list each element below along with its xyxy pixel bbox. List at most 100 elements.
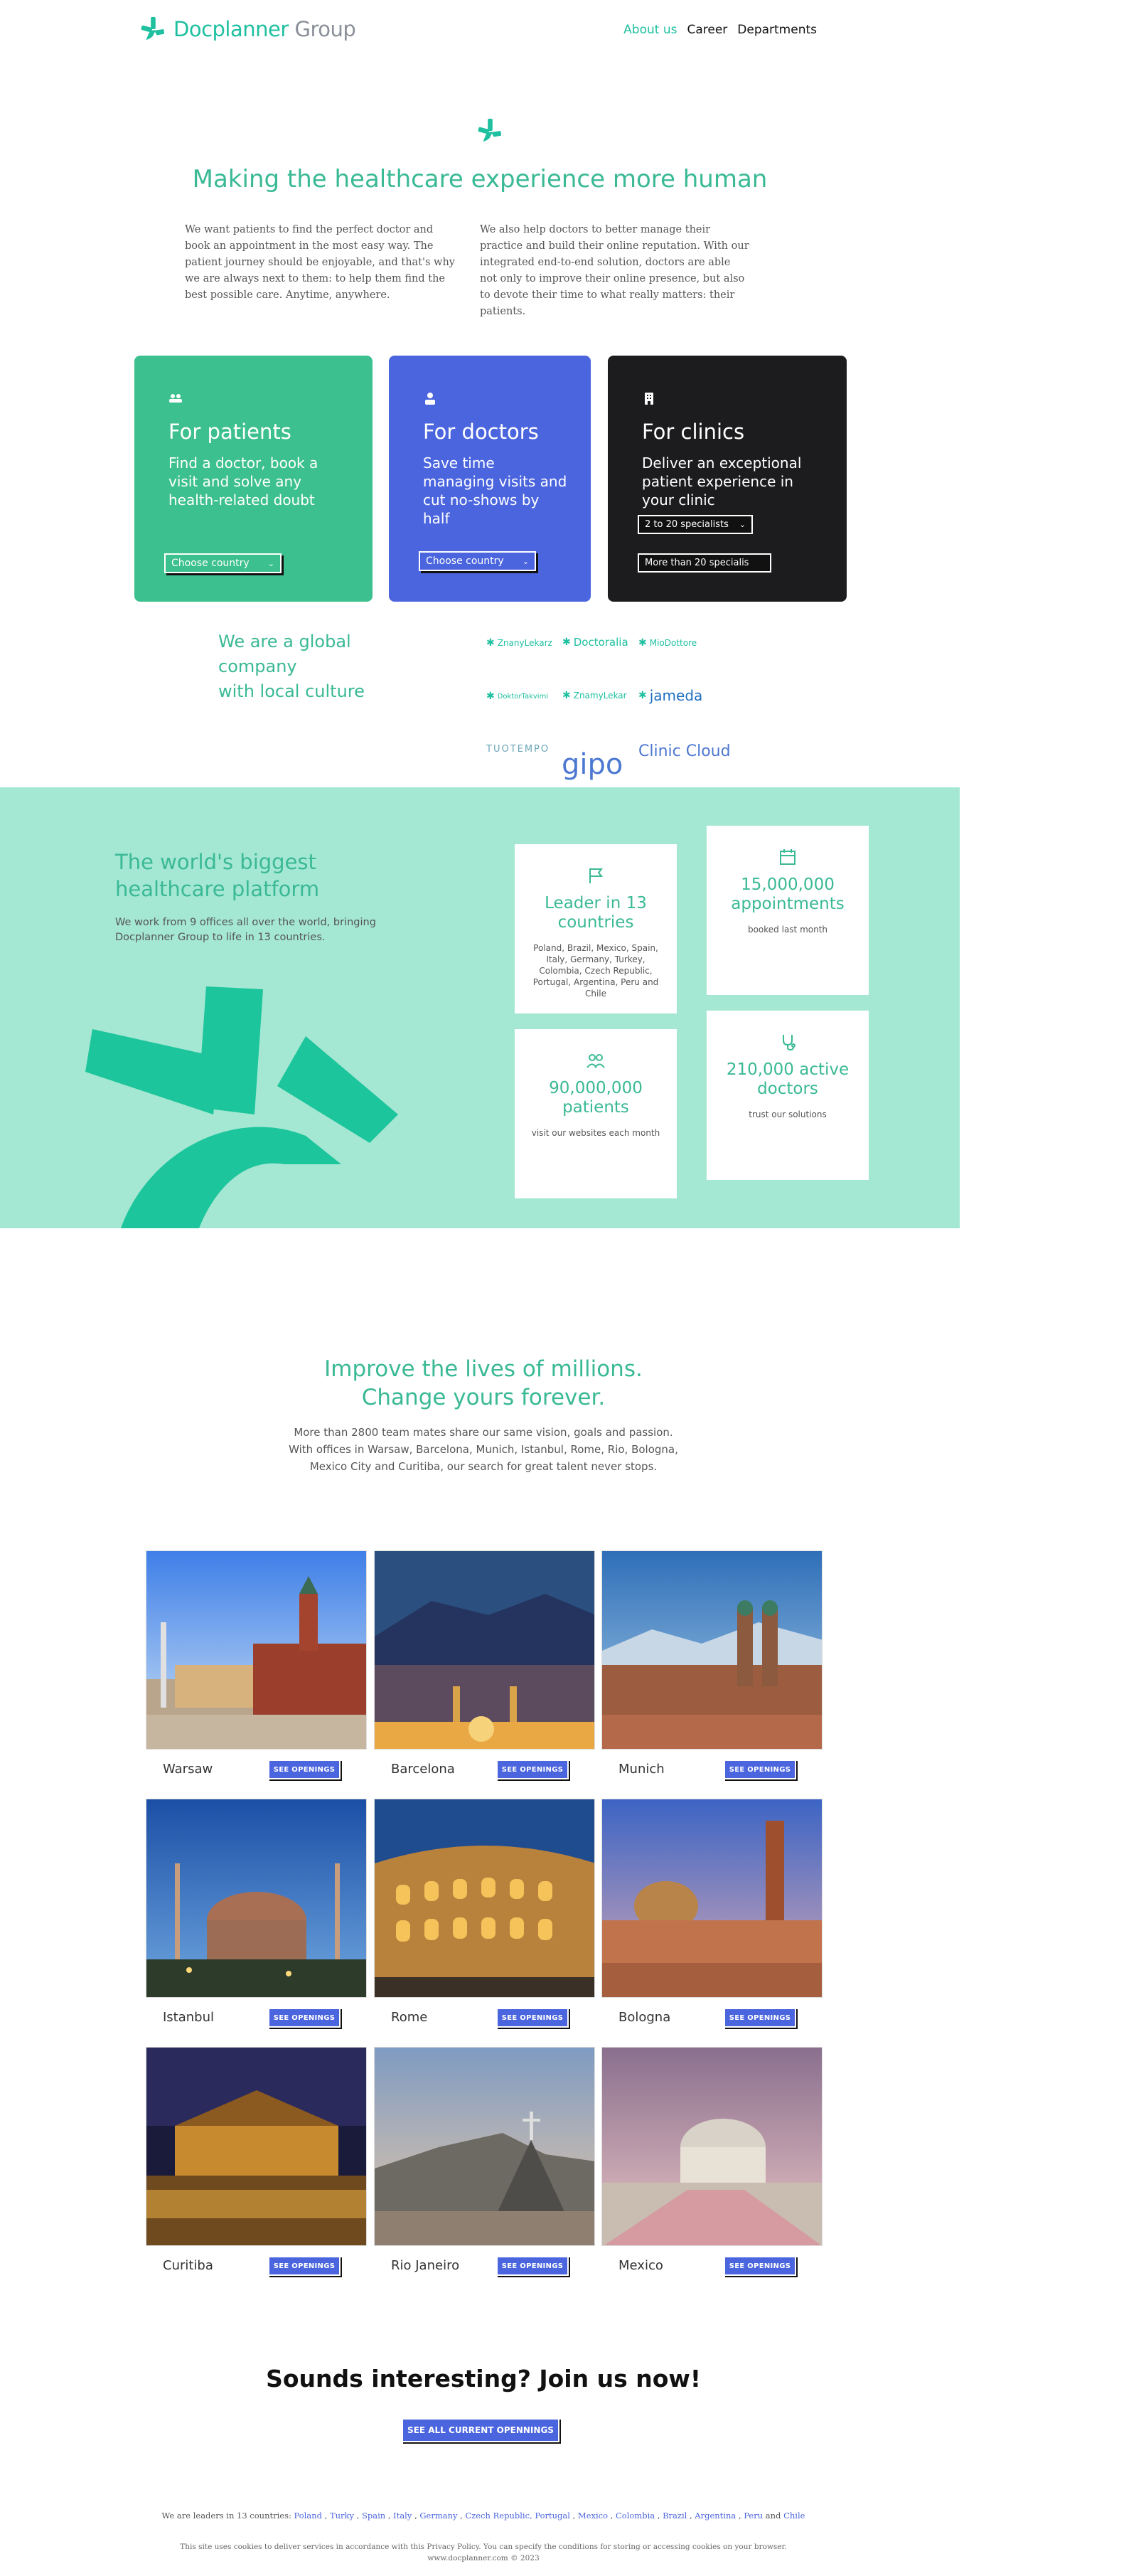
see-openings-button[interactable]: SEE OPENINGS (724, 2256, 796, 2276)
see-openings-button[interactable]: SEE OPENINGS (496, 2256, 569, 2276)
join-title: Sounds interesting? Join us now! (266, 2365, 701, 2393)
city-name: Curitiba (163, 2258, 213, 2273)
card-clinics: For clinics Deliver an exceptional patie… (608, 356, 847, 602)
partner-logo-gipo[interactable]: gipo (562, 748, 623, 781)
chevron-down-icon: ⌄ (739, 520, 746, 529)
card-title: For clinics (642, 420, 745, 444)
partner-logo-znamylekar[interactable]: ✱ ZnamyLekar (562, 690, 627, 701)
building-icon (645, 393, 653, 405)
country-link[interactable]: Argentina (695, 2511, 736, 2521)
careers-text: More than 2800 team mates share our same… (0, 1424, 967, 1475)
stat-value: 15,000,000 appointments (731, 875, 845, 913)
see-openings-button[interactable]: SEE OPENINGS (496, 2008, 569, 2028)
cookies-notice: This site uses cookies to deliver servic… (180, 2543, 787, 2551)
specialists-select-small[interactable]: 2 to 20 specialists ⌄ (638, 515, 753, 534)
stat-countries: Leader in 13 countries Poland, Brazil, M… (515, 844, 677, 1013)
partner-name: TUOTEMPO (486, 744, 550, 755)
hero-text-patients: We want patients to find the perfect doc… (185, 224, 456, 301)
copyright: www.docplanner.com © 2023 (427, 2554, 540, 2562)
logo[interactable]: Docplanner Group (139, 16, 356, 43)
footer-countries: We are leaders in 13 countries: Poland ,… (161, 2511, 805, 2521)
country-link[interactable]: Poland (294, 2511, 323, 2521)
card-doctors: For doctors Save time managing visits an… (389, 356, 591, 602)
city-photo (374, 2047, 595, 2246)
card-description: Find a doctor, book a visit and solve an… (168, 454, 318, 509)
star-icon: ✱ (638, 637, 647, 649)
see-openings-button[interactable]: SEE OPENINGS (724, 1760, 796, 1779)
global-line: company (218, 656, 297, 676)
partner-logo-doktortakvimi[interactable]: ✱ DoktorTakvimi (486, 691, 548, 702)
star-icon: ✱ (638, 690, 647, 701)
see-openings-button[interactable]: SEE OPENINGS (268, 2008, 341, 2028)
partner-name: Clinic Cloud (638, 743, 731, 760)
city-photo (601, 1550, 823, 1750)
doctor-icon (425, 393, 435, 405)
city-name: Warsaw (163, 1762, 213, 1777)
partner-name: DoktorTakvimi (497, 692, 549, 701)
card-patients: For patients Find a doctor, book a visit… (134, 356, 373, 602)
text-line: More than 2800 team mates share our same… (294, 1426, 673, 1439)
see-openings-button[interactable]: SEE OPENINGS (268, 2256, 341, 2276)
partner-logo-tuotempo[interactable]: TUOTEMPO (486, 744, 550, 755)
city-card-bologna: Bologna SEE OPENINGS (601, 1799, 823, 2040)
see-all-openings-button[interactable]: SEE ALL CURRENT OPENNINGS (402, 2418, 559, 2442)
country-link[interactable]: Brazil (663, 2511, 687, 2521)
text-line: Mexico City and Curitiba, our search for… (309, 1460, 658, 1473)
country-select-patients[interactable]: Choose country ⌄ (164, 553, 282, 573)
group-icon (586, 1054, 605, 1068)
city-photo (146, 1550, 367, 1750)
global-company-text: We are a global company with local cultu… (218, 629, 365, 704)
card-title: For patients (168, 420, 291, 444)
country-link[interactable]: Italy (393, 2511, 412, 2521)
people-icon (169, 394, 182, 403)
star-icon: ✱ (562, 690, 571, 701)
nav-career[interactable]: Career (687, 23, 727, 37)
city-card-rio-janeiro: Rio Janeiro SEE OPENINGS (374, 2047, 595, 2289)
header: Docplanner Group About us Career Departm… (0, 0, 1141, 64)
brand-name: Docplanner Group (173, 17, 356, 41)
country-link[interactable]: Colombia (616, 2511, 655, 2521)
stat-description: Poland, Brazil, Mexico, Spain, Italy, Ge… (532, 943, 659, 999)
specialists-select-large[interactable]: More than 20 specialis (638, 553, 771, 573)
stat-value: Leader in 13 countries (545, 894, 647, 932)
partner-logo-jameda[interactable]: ✱ jameda (638, 687, 702, 704)
partner-logo-znanylekarz[interactable]: ✱ ZnanyLekarz (486, 637, 552, 649)
country-link[interactable]: Spain (362, 2511, 385, 2521)
see-openings-button[interactable]: SEE OPENINGS (496, 1760, 569, 1779)
logo-star-icon (141, 16, 165, 41)
nav-about-us[interactable]: About us (623, 23, 677, 37)
city-name: Istanbul (163, 2010, 215, 2025)
stat-value: 90,000,000 patients (549, 1079, 643, 1117)
city-name: Bologna (618, 2010, 671, 2025)
partner-logo-miodottore[interactable]: ✱ MioDottore (638, 637, 697, 649)
star-icon: ✱ (562, 637, 571, 648)
country-select-doctors[interactable]: Choose country ⌄ (419, 551, 536, 571)
large-star-icon (85, 986, 398, 1228)
star-icon (478, 118, 502, 142)
city-name: Rome (391, 2010, 428, 2025)
country-link[interactable]: Turky (330, 2511, 354, 2521)
partner-logo-doctoralia[interactable]: ✱ Doctoralia (562, 636, 628, 649)
nav-departments[interactable]: Departments (737, 23, 817, 37)
city-photo (601, 1799, 823, 1998)
partner-logo-cliniccloud[interactable]: Clinic Cloud (638, 744, 731, 760)
city-card-warsaw: Warsaw SEE OPENINGS (146, 1550, 367, 1792)
see-openings-button[interactable]: SEE OPENINGS (268, 1760, 341, 1779)
star-icon: ✱ (486, 637, 495, 649)
city-name: Munich (618, 1762, 665, 1777)
hero-text-doctors: We also help doctors to better manage th… (480, 224, 749, 317)
city-photo (374, 1799, 595, 1998)
text-line: With offices in Warsaw, Barcelona, Munic… (289, 1443, 678, 1456)
country-link[interactable]: Chile (783, 2511, 805, 2521)
stethoscope-icon (783, 1035, 796, 1051)
stat-doctors: 210,000 active doctors trust our solutio… (707, 1011, 869, 1180)
country-link[interactable]: Czech Republic, Portugal (465, 2511, 569, 2521)
chevron-down-icon: ⌄ (267, 558, 274, 568)
global-line: with local culture (218, 681, 365, 701)
stat-description: trust our solutions (749, 1109, 827, 1119)
country-link[interactable]: Mexico (578, 2511, 608, 2521)
platform-text: We work from 9 offices all over the worl… (115, 917, 376, 943)
country-link[interactable]: Peru (744, 2511, 763, 2521)
country-link[interactable]: Germany (419, 2511, 457, 2521)
see-openings-button[interactable]: SEE OPENINGS (724, 2008, 796, 2028)
